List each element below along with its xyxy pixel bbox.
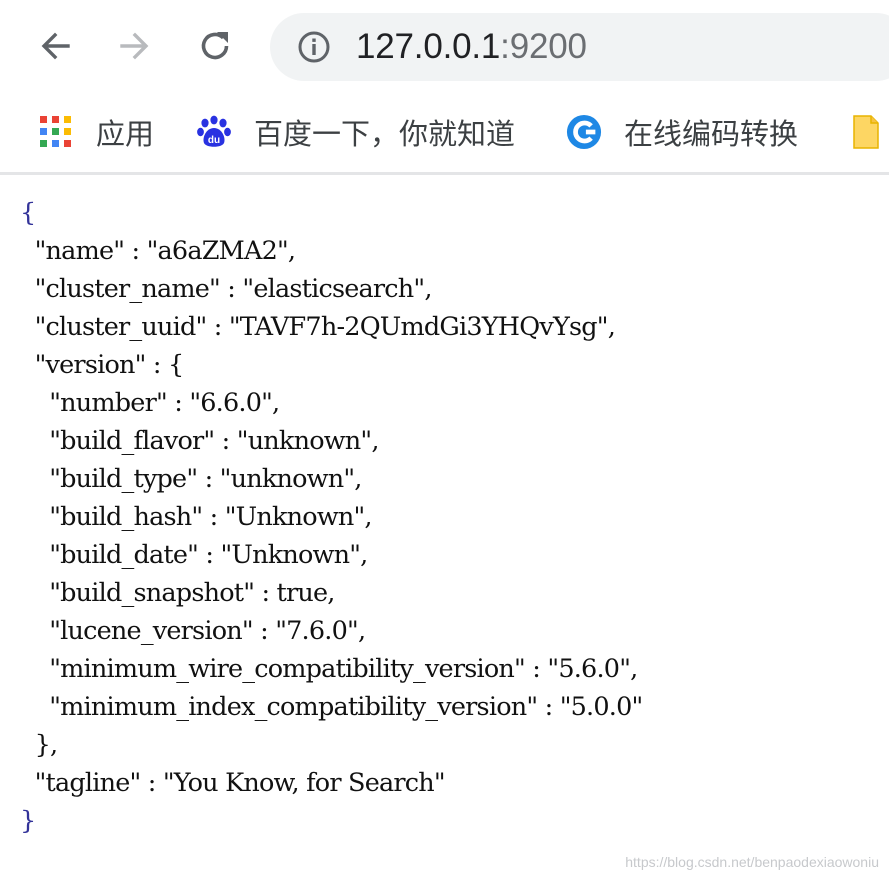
url-port: :9200 [500, 27, 587, 66]
back-button[interactable] [33, 24, 77, 68]
json-line-min-wire-compat: "minimum_wire_compatibility_version" : "… [20, 654, 638, 684]
json-open-brace: { [20, 198, 36, 228]
json-line-number: "number" : "6.6.0", [20, 388, 280, 418]
json-line-version-close: }, [20, 730, 59, 760]
json-line-cluster-name: "cluster_name" : "elasticsearch", [20, 274, 433, 304]
bookmark-folder[interactable] [848, 92, 884, 172]
bookmark-baidu[interactable]: du 百度一下，你就知道 [196, 92, 515, 172]
reload-icon [201, 32, 229, 60]
json-line-build-flavor: "build_flavor" : "unknown", [20, 426, 379, 456]
json-line-build-snapshot: "build_snapshot" : true, [20, 578, 335, 608]
json-line-min-index-compat: "minimum_index_compatibility_version" : … [20, 692, 643, 722]
convert-c-icon [566, 114, 602, 150]
watermark: https://blog.csdn.net/benpaodexiaowoniu [625, 854, 879, 870]
json-line-tagline: "tagline" : "You Know, for Search" [20, 768, 446, 798]
bookmark-apps-label: 应用 [96, 117, 155, 151]
json-line-version-open: "version" : { [20, 350, 185, 380]
json-line-build-date: "build_date" : "Unknown", [20, 540, 368, 570]
baidu-paw-icon: du [196, 114, 232, 150]
json-line-lucene-version: "lucene_version" : "7.6.0", [20, 616, 366, 646]
json-line-build-hash: "build_hash" : "Unknown", [20, 502, 372, 532]
address-bar[interactable]: 127.0.0.1:9200 [270, 13, 889, 81]
url-text[interactable]: 127.0.0.1:9200 [356, 26, 587, 68]
json-line-cluster-uuid: "cluster_uuid" : "TAVF7h-2QUmdGi3YHQvYsg… [20, 312, 616, 342]
reload-button[interactable] [193, 24, 237, 68]
json-close-brace: } [20, 806, 36, 836]
bookmark-baidu-label: 百度一下，你就知道 [254, 117, 516, 151]
folder-icon [848, 114, 884, 150]
browser-toolbar: 127.0.0.1:9200 [0, 0, 889, 92]
forward-button[interactable] [113, 24, 157, 68]
info-icon[interactable] [296, 29, 332, 65]
json-line-name: "name" : "a6aZMA2", [20, 236, 296, 266]
bookmarks-bar: 应用 du 百度一下，你就知道 在线编码转换 [0, 92, 889, 172]
page-content: { "name" : "a6aZMA2", "cluster_name" : "… [0, 175, 889, 880]
url-host: 127.0.0.1 [356, 27, 501, 66]
json-response: { "name" : "a6aZMA2", "cluster_name" : "… [20, 194, 643, 840]
apps-grid-icon [38, 114, 74, 150]
forward-arrow-icon [120, 32, 149, 60]
bookmark-encoding-convert[interactable]: 在线编码转换 [566, 92, 798, 172]
bookmark-convert-label: 在线编码转换 [624, 117, 799, 151]
json-line-build-type: "build_type" : "unknown", [20, 464, 362, 494]
bookmark-apps[interactable]: 应用 [38, 92, 154, 172]
svg-text:du: du [208, 135, 220, 146]
back-arrow-icon [41, 32, 70, 60]
